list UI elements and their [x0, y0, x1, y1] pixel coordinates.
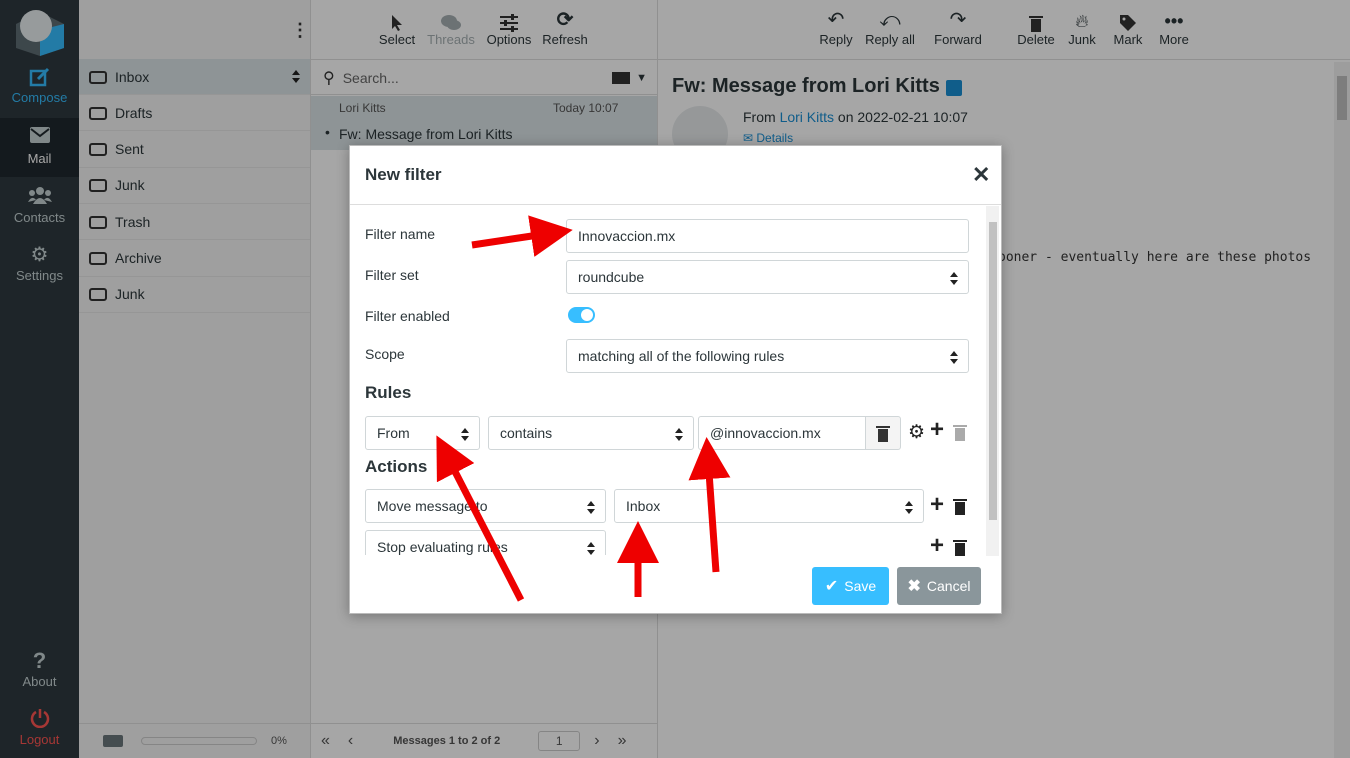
check-icon: ✔	[824, 578, 839, 595]
rule-advanced-gear-icon[interactable]: ⚙	[908, 421, 925, 444]
action-1-select[interactable]: Move message to	[365, 489, 606, 523]
add-rule-plus-icon[interactable]: +	[930, 418, 944, 442]
add-action-plus-icon[interactable]: +	[930, 493, 944, 517]
rule-value-delete-button[interactable]	[865, 416, 901, 450]
save-label: Save	[844, 578, 877, 594]
rule-operator-select[interactable]: contains	[488, 416, 694, 450]
filter-enabled-label: Filter enabled	[365, 308, 450, 324]
save-button[interactable]: ✔ Save	[812, 567, 889, 605]
close-small-icon: ✖	[907, 578, 921, 595]
rules-heading: Rules	[365, 383, 412, 402]
action-1-target-select[interactable]: Inbox	[614, 489, 924, 523]
add-action-2-plus-icon[interactable]: +	[930, 534, 944, 558]
action-2-select[interactable]: Stop evaluating rules	[365, 530, 606, 555]
filter-set-select[interactable]: roundcube	[566, 260, 969, 294]
trash-icon	[876, 426, 890, 442]
delete-action-icon[interactable]	[953, 497, 967, 518]
cancel-button[interactable]: ✖ Cancel	[897, 567, 981, 605]
filter-enabled-toggle[interactable]	[568, 307, 595, 323]
rule-value-input[interactable]: @innovaccion.mx	[698, 416, 866, 450]
delete-action-2-icon[interactable]	[953, 538, 967, 559]
new-filter-dialog: New filter ✕ Filter name Innovaccion.mx …	[349, 145, 1002, 614]
close-icon[interactable]: ✕	[972, 164, 990, 186]
cancel-label: Cancel	[926, 578, 971, 594]
actions-heading: Actions	[365, 457, 428, 476]
filter-set-label: Filter set	[365, 267, 419, 283]
action-2-clip: Stop evaluating rules	[365, 530, 606, 555]
rule-header-select[interactable]: From	[365, 416, 480, 450]
scope-label: Scope	[365, 346, 405, 362]
delete-rule-icon[interactable]	[953, 423, 967, 444]
filter-name-input[interactable]: Innovaccion.mx	[566, 219, 969, 253]
dialog-scrollbar[interactable]	[986, 206, 999, 556]
dialog-title: New filter	[365, 165, 442, 184]
filter-name-label: Filter name	[365, 226, 436, 242]
scope-select[interactable]: matching all of the following rules	[566, 339, 969, 373]
